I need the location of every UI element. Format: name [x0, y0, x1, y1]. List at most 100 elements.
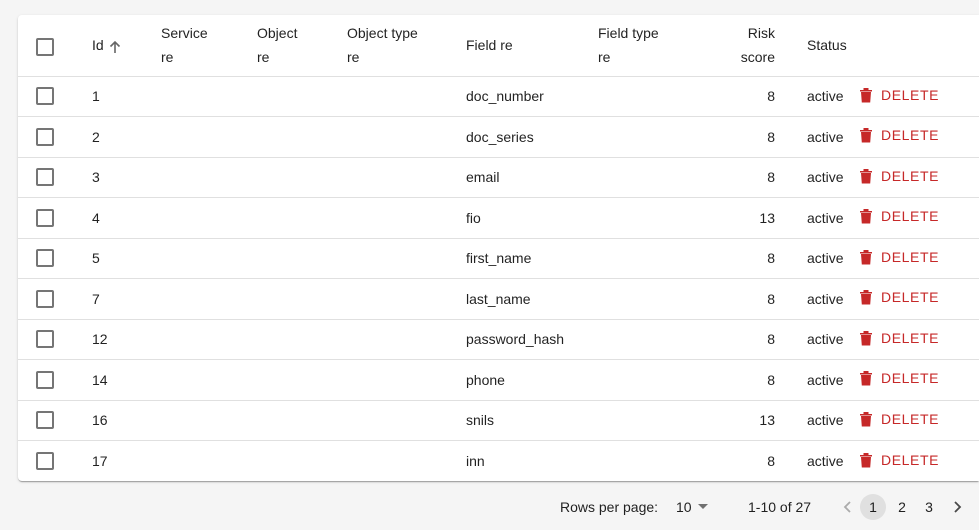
row-checkbox[interactable]	[36, 208, 54, 227]
column-header-field-type-re[interactable]: Field type re	[592, 15, 701, 77]
delete-button[interactable]: DELETE	[857, 289, 941, 305]
cell-risk-score: 8	[701, 76, 781, 117]
row-checkbox[interactable]	[36, 370, 54, 389]
table-header-row: Id Service re Object re Object type re Fiel…	[18, 15, 979, 77]
table-row[interactable]: 5 first_name 8 active DELETE	[18, 238, 979, 279]
table-row[interactable]: 4 fio 13 active DELETE	[18, 197, 979, 239]
cell-status: active	[781, 359, 851, 401]
cell-id: 16	[81, 400, 155, 441]
cell-field-re: doc_number	[460, 76, 592, 117]
cell-object-re	[251, 197, 341, 239]
delete-button[interactable]: DELETE	[857, 330, 941, 346]
table-row[interactable]: 1 doc_number 8 active DELETE	[18, 76, 979, 117]
cell-field-type-re	[592, 400, 701, 441]
page-button-3[interactable]: 3	[916, 494, 942, 520]
row-checkbox[interactable]	[36, 127, 54, 146]
cell-field-re: snils	[460, 400, 592, 441]
chevron-left-icon[interactable]	[840, 497, 854, 517]
chevron-right-icon[interactable]	[951, 497, 965, 517]
page-button-1[interactable]: 1	[860, 494, 886, 520]
table-row[interactable]: 2 doc_series 8 active DELETE	[18, 116, 979, 158]
column-header-service-re[interactable]: Service re	[155, 15, 251, 77]
cell-object-type-re	[341, 197, 460, 239]
cell-field-re: email	[460, 157, 592, 198]
trash-icon	[860, 330, 872, 346]
delete-button[interactable]: DELETE	[857, 411, 941, 427]
delete-button-label: DELETE	[881, 167, 940, 184]
cell-status: active	[781, 319, 851, 360]
table-row[interactable]: 12 password_hash 8 active DELETE	[18, 319, 979, 360]
column-header-id[interactable]: Id	[81, 15, 155, 77]
page-button-2[interactable]: 2	[889, 494, 915, 520]
table-row[interactable]: 7 last_name 8 active DELETE	[18, 278, 979, 320]
data-table: Id Service re Object re Object type re Fiel…	[18, 15, 979, 481]
row-checkbox[interactable]	[36, 411, 54, 430]
cell-object-type-re	[341, 157, 460, 198]
data-table-card: Id Service re Object re Object type re Fiel…	[18, 15, 979, 481]
row-checkbox-cell	[18, 238, 81, 279]
cell-service-re	[155, 157, 251, 198]
cell-service-re	[155, 278, 251, 320]
cell-service-re	[155, 319, 251, 360]
row-checkbox[interactable]	[36, 249, 54, 268]
cell-field-type-re	[592, 278, 701, 320]
row-checkbox[interactable]	[36, 87, 54, 106]
delete-button[interactable]: DELETE	[857, 249, 941, 265]
column-header-risk-score[interactable]: Risk score	[701, 15, 781, 77]
row-checkbox[interactable]	[36, 289, 54, 308]
delete-button[interactable]: DELETE	[857, 370, 941, 386]
delete-button-label: DELETE	[881, 329, 940, 346]
cell-field-re: password_hash	[460, 319, 592, 360]
row-checkbox-cell	[18, 157, 81, 198]
delete-button[interactable]: DELETE	[857, 168, 941, 184]
table-row[interactable]: 16 snils 13 active DELETE	[18, 400, 979, 441]
cell-actions: DELETE	[851, 76, 979, 117]
delete-button-label: DELETE	[881, 410, 940, 427]
column-header-status[interactable]: Status	[781, 15, 851, 77]
select-all-checkbox[interactable]	[36, 37, 54, 56]
table-body: 1 doc_number 8 active DELETE 2 doc_series 8 acti…	[18, 76, 979, 481]
row-checkbox[interactable]	[36, 330, 54, 349]
delete-button[interactable]: DELETE	[857, 208, 941, 224]
cell-field-type-re	[592, 359, 701, 401]
cell-status: active	[781, 116, 851, 158]
delete-button-label: DELETE	[881, 208, 940, 225]
trash-icon	[860, 249, 872, 265]
cell-status: active	[781, 197, 851, 239]
cell-status: active	[781, 278, 851, 320]
cell-risk-score: 8	[701, 278, 781, 320]
row-checkbox-cell	[18, 116, 81, 158]
trash-icon	[860, 168, 872, 184]
delete-button[interactable]: DELETE	[857, 127, 941, 143]
delete-button[interactable]: DELETE	[857, 452, 941, 468]
cell-object-re	[251, 319, 341, 360]
column-header-object-re[interactable]: Object re	[251, 15, 341, 77]
cell-id: 14	[81, 359, 155, 401]
cell-field-type-re	[592, 157, 701, 198]
rows-per-page-select[interactable]: 10	[676, 499, 708, 515]
cell-object-type-re	[341, 116, 460, 158]
cell-service-re	[155, 359, 251, 401]
cell-id: 12	[81, 319, 155, 360]
column-header-field-re[interactable]: Field re	[460, 15, 592, 77]
cell-field-re: fio	[460, 197, 592, 239]
row-checkbox-cell	[18, 400, 81, 441]
row-checkbox[interactable]	[36, 168, 54, 187]
column-header-actions	[851, 15, 979, 77]
table-row[interactable]: 17 inn 8 active DELETE	[18, 441, 979, 482]
table-row[interactable]: 14 phone 8 active DELETE	[18, 359, 979, 401]
cell-field-re: doc_series	[460, 116, 592, 158]
cell-object-re	[251, 76, 341, 117]
cell-field-type-re	[592, 441, 701, 482]
cell-actions: DELETE	[851, 238, 979, 279]
cell-id: 3	[81, 157, 155, 198]
cell-field-re: phone	[460, 359, 592, 401]
row-checkbox[interactable]	[36, 452, 54, 471]
cell-risk-score: 8	[701, 116, 781, 158]
delete-button[interactable]: DELETE	[857, 87, 941, 103]
cell-actions: DELETE	[851, 157, 979, 198]
table-row[interactable]: 3 email 8 active DELETE	[18, 157, 979, 198]
delete-button-label: DELETE	[881, 289, 940, 306]
column-header-object-type-re[interactable]: Object type re	[341, 15, 460, 77]
cell-service-re	[155, 441, 251, 482]
